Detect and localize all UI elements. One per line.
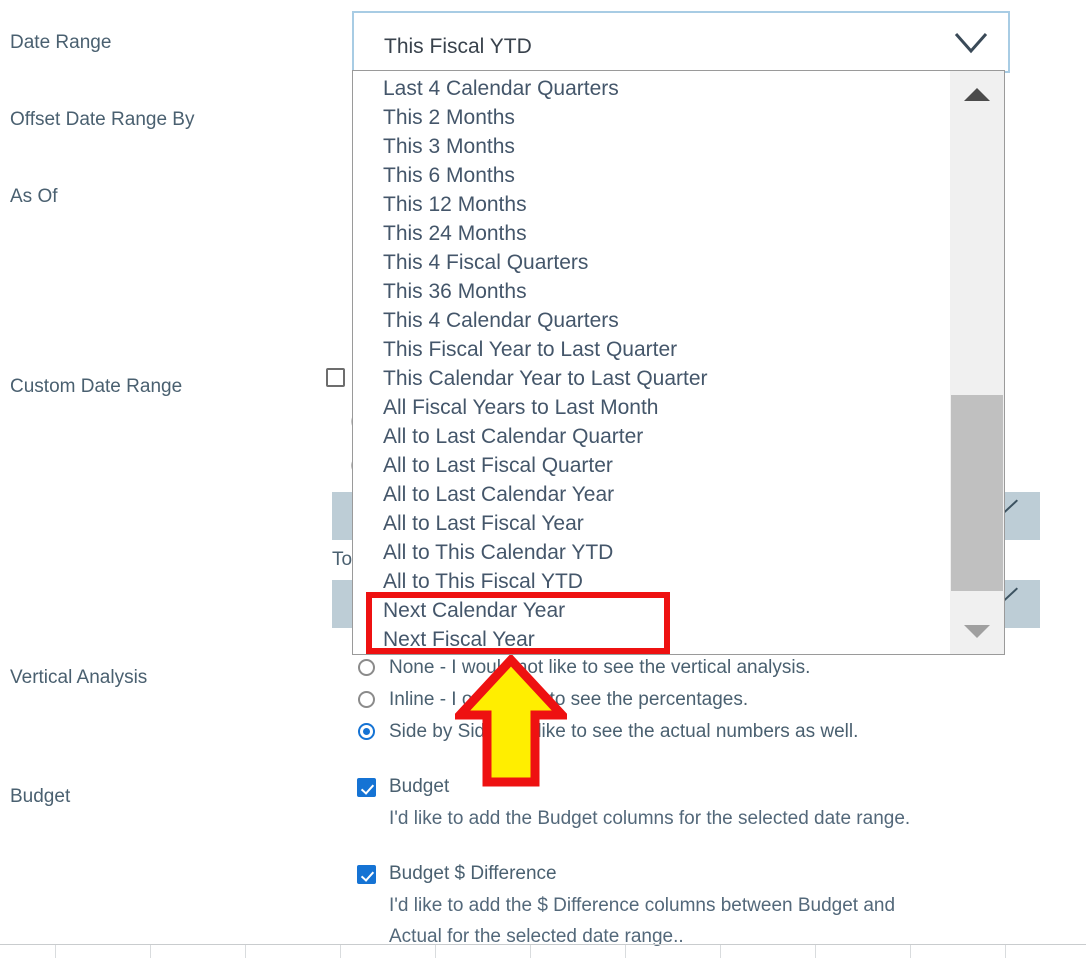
grid-column-divider [910, 945, 911, 958]
dropdown-option[interactable]: Next Calendar Year [353, 596, 949, 625]
dropdown-option-container: Last 4 Calendar Quarters This 2 Months Thi… [353, 74, 949, 654]
date-range-selected-value: This Fiscal YTD [384, 35, 532, 58]
vertical-analysis-radio-side-by-side[interactable] [358, 723, 375, 740]
dropdown-option[interactable]: This 2 Months [353, 103, 949, 132]
dropdown-option[interactable]: This 36 Months [353, 277, 949, 306]
dropdown-option[interactable]: All to This Calendar YTD [353, 538, 949, 567]
date-range-dropdown-list[interactable]: Last 4 Calendar Quarters This 2 Months Thi… [352, 70, 1005, 655]
scroll-down-arrow-icon[interactable] [950, 608, 1004, 654]
label-budget: Budget [10, 786, 71, 807]
dropdown-option[interactable]: This 6 Months [353, 161, 949, 190]
date-range-combobox[interactable]: This Fiscal YTD [352, 11, 1010, 73]
grid-column-divider [435, 945, 436, 958]
vertical-analysis-label-none: None - I would not like to see the verti… [389, 657, 811, 678]
triangle-down-glyph [964, 625, 990, 638]
label-as-of: As Of [10, 186, 58, 207]
scroll-up-arrow-icon[interactable] [950, 71, 1004, 117]
dropdown-option[interactable]: Last 4 Calendar Quarters [353, 74, 949, 103]
budget-description: I'd like to add the Budget columns for t… [389, 808, 911, 829]
dropdown-option[interactable]: All to Last Calendar Year [353, 480, 949, 509]
dropdown-option[interactable]: This 4 Fiscal Quarters [353, 248, 949, 277]
dropdown-option[interactable]: All Fiscal Years to Last Month [353, 393, 949, 422]
vertical-analysis-radio-none[interactable] [358, 659, 375, 676]
dropdown-option[interactable]: This Fiscal Year to Last Quarter [353, 335, 949, 364]
budget-difference-description-line-1: I'd like to add the $ Difference columns… [389, 895, 896, 916]
triangle-up-glyph [964, 88, 990, 101]
vertical-analysis-label-inline: Inline - I only need to see the percenta… [389, 689, 749, 710]
grid-column-divider [150, 945, 151, 958]
vertical-analysis-label-side-by-side: Side by Side - I'd like to see the actua… [389, 721, 859, 742]
budget-difference-checkbox-label: Budget $ Difference [389, 863, 557, 884]
grid-column-divider [55, 945, 56, 958]
budget-difference-checkbox[interactable] [357, 865, 376, 884]
grid-column-divider [815, 945, 816, 958]
scrollbar-thumb[interactable] [951, 395, 1003, 591]
chevron-down-icon[interactable] [954, 31, 988, 55]
budget-checkbox-label: Budget [389, 776, 450, 797]
label-date-range: Date Range [10, 32, 112, 53]
custom-date-range-checkbox[interactable] [326, 368, 345, 387]
grid-column-divider [245, 945, 246, 958]
dropdown-option[interactable]: This 4 Calendar Quarters [353, 306, 949, 335]
dropdown-option[interactable]: All to Last Fiscal Quarter [353, 451, 949, 480]
dropdown-option[interactable]: This 3 Months [353, 132, 949, 161]
label-offset-date-range: Offset Date Range By [10, 109, 195, 130]
grid-column-divider [340, 945, 341, 958]
dropdown-option[interactable]: All to This Fiscal YTD [353, 567, 949, 596]
dropdown-option[interactable]: All to Last Calendar Quarter [353, 422, 949, 451]
dropdown-option[interactable]: All to Last Fiscal Year [353, 509, 949, 538]
dropdown-option[interactable]: This Calendar Year to Last Quarter [353, 364, 949, 393]
grid-column-divider [625, 945, 626, 958]
grid-column-divider [1005, 945, 1006, 958]
vertical-analysis-radio-inline[interactable] [358, 691, 375, 708]
grid-column-divider [720, 945, 721, 958]
grid-column-divider [530, 945, 531, 958]
dropdown-option[interactable]: This 12 Months [353, 190, 949, 219]
bottom-table-grid-strip [0, 944, 1086, 958]
label-vertical-analysis: Vertical Analysis [10, 667, 148, 688]
label-custom-date-range: Custom Date Range [10, 376, 183, 397]
dropdown-scrollbar[interactable] [949, 71, 1004, 654]
budget-checkbox[interactable] [357, 778, 376, 797]
custom-date-to-label: To [332, 549, 353, 570]
dropdown-option[interactable]: This 24 Months [353, 219, 949, 248]
dropdown-option[interactable]: Next Fiscal Year [353, 625, 949, 654]
